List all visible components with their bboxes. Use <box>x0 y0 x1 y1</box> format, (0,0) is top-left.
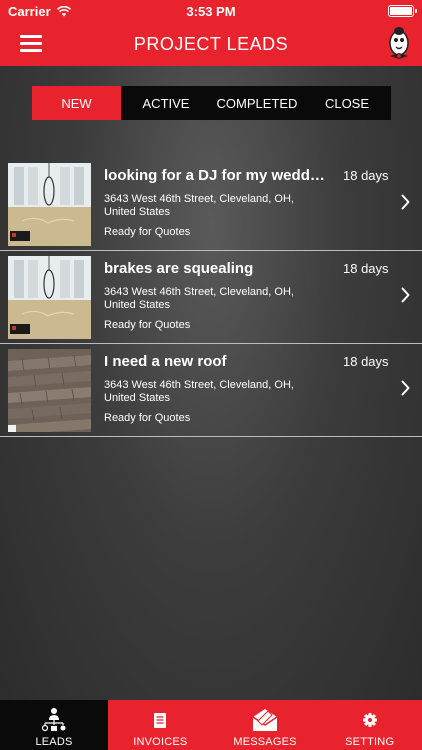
battery-icon <box>388 5 417 17</box>
wedding-photo-icon <box>8 256 91 339</box>
tab-setting[interactable]: SETTING <box>317 700 422 750</box>
tab-label: INVOICES <box>133 736 188 748</box>
page-title: PROJECT LEADS <box>133 33 289 54</box>
lead-title: looking for a DJ for my wedding <box>104 167 326 184</box>
segment-new[interactable]: NEW <box>32 86 121 120</box>
chevron-right-icon <box>401 194 410 210</box>
lead-status: Ready for Quotes <box>104 412 191 424</box>
status-time: 3:53 PM <box>186 4 236 19</box>
tab-label: LEADS <box>35 736 73 748</box>
lead-status: Ready for Quotes <box>104 319 191 331</box>
roof-photo-icon <box>8 349 91 432</box>
lead-age: 18 days <box>343 168 389 183</box>
segment-completed[interactable]: COMPLETED <box>211 86 303 120</box>
lead-row[interactable]: brakes are squealing 18 days 3643 West 4… <box>0 251 422 344</box>
nav-bar: PROJECT LEADS <box>0 22 422 66</box>
mascot-logo-icon[interactable] <box>386 26 412 62</box>
segment-active[interactable]: ACTIVE <box>121 86 211 120</box>
lead-row[interactable]: I need a new roof 18 days 3643 West 46th… <box>0 344 422 437</box>
lead-age: 18 days <box>343 261 389 276</box>
tab-messages[interactable]: MESSAGES <box>213 700 318 750</box>
gear-icon <box>362 713 377 727</box>
lead-thumbnail <box>8 163 91 246</box>
lead-age: 18 days <box>343 354 389 369</box>
lead-address: 3643 West 46th Street, Cleveland, OH, Un… <box>104 286 294 311</box>
lead-status: Ready for Quotes <box>104 226 191 238</box>
hamburger-line <box>20 35 42 38</box>
leads-list: looking for a DJ for my wedding 18 days … <box>0 158 422 437</box>
lead-thumbnail <box>8 349 91 432</box>
lead-address: 3643 West 46th Street, Cleveland, OH, Un… <box>104 193 294 218</box>
chevron-right-icon <box>401 287 410 303</box>
leads-icon <box>41 708 66 732</box>
tab-label: MESSAGES <box>233 736 297 748</box>
hamburger-line <box>20 49 42 52</box>
lead-row[interactable]: looking for a DJ for my wedding 18 days … <box>0 158 422 251</box>
hamburger-line <box>20 42 42 45</box>
lead-title: brakes are squealing <box>104 260 254 277</box>
segment-close[interactable]: CLOSE <box>303 86 391 120</box>
wedding-photo-icon <box>8 163 91 246</box>
invoices-icon <box>154 713 167 728</box>
tab-invoices[interactable]: INVOICES <box>108 700 213 750</box>
hamburger-menu-button[interactable] <box>20 35 42 53</box>
lead-address: 3643 West 46th Street, Cleveland, OH, Un… <box>104 379 294 404</box>
status-bar: Carrier 3:53 PM <box>0 0 422 22</box>
tab-label: SETTING <box>345 736 395 748</box>
tab-leads[interactable]: LEADS <box>0 700 108 750</box>
lead-status-segmented-control: NEW ACTIVE COMPLETED CLOSE <box>32 86 391 120</box>
lead-title: I need a new roof <box>104 353 227 370</box>
lead-thumbnail <box>8 256 91 339</box>
chevron-right-icon <box>401 380 410 396</box>
messages-icon <box>252 709 278 731</box>
bottom-tab-bar: LEADS INVOICES MESSAGES SETTING <box>0 700 422 750</box>
